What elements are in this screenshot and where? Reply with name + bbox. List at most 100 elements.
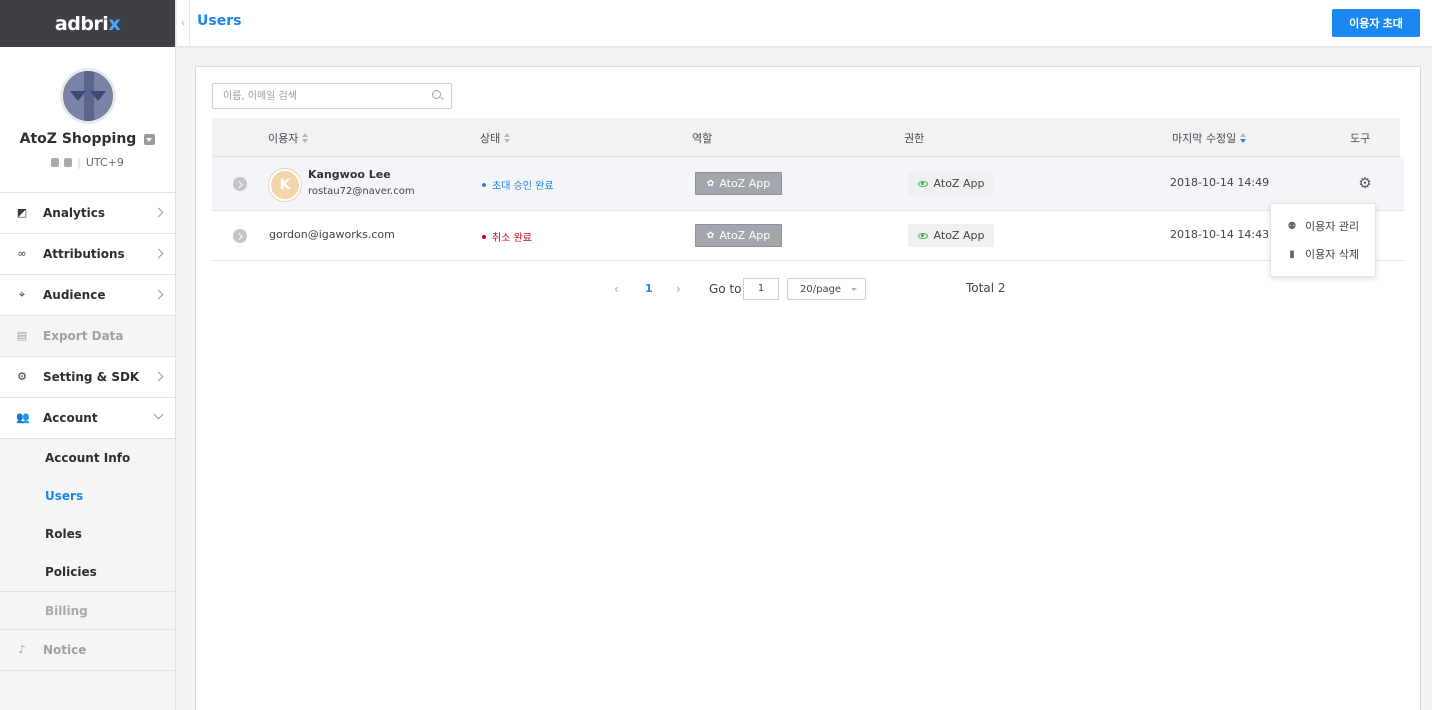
last-modified-date: 2018-10-14 14:43 <box>1170 228 1270 241</box>
chevron-right-icon <box>153 289 164 300</box>
goto-label: Go to <box>709 282 742 296</box>
next-page-button[interactable]: › <box>676 282 681 296</box>
col-role-label: 역할 <box>692 132 713 145</box>
col-last-modified[interactable]: 마지막 수정일 <box>1172 130 1247 146</box>
status-text: 취소 완료 <box>492 233 532 244</box>
sort-icon <box>504 133 511 143</box>
sort-icon <box>302 133 309 143</box>
col-user-label: 이용자 <box>268 132 299 145</box>
col-last-modified-label: 마지막 수정일 <box>1172 132 1237 145</box>
search-icon[interactable] <box>432 90 441 99</box>
page-title: Users <box>197 13 242 29</box>
nav-notice-label: Notice <box>43 643 87 657</box>
nav-analytics-label: Analytics <box>43 206 105 220</box>
status-dot <box>482 182 486 187</box>
table-row[interactable]: K Kangwoo Lee rostau72@naver.com 초대 승인 완… <box>212 157 1404 211</box>
col-permission: 권한 <box>904 130 924 146</box>
subnav-account-info[interactable]: Account Info <box>0 439 175 477</box>
col-tools-label: 도구 <box>1350 132 1371 145</box>
chevron-right-icon <box>153 207 164 218</box>
chevron-down-icon <box>153 409 164 420</box>
table-header: 이용자 상태 역할 권한 마지막 수정일 도구 <box>212 118 1400 157</box>
col-tools: 도구 <box>1350 130 1370 146</box>
expand-row-icon[interactable] <box>233 229 247 243</box>
users-icon: 👥 <box>16 411 30 424</box>
sort-desc-icon <box>1240 133 1247 143</box>
permission-label: AtoZ App <box>933 229 985 242</box>
adbrix-logo[interactable]: adbrix <box>54 12 121 35</box>
nav-account-label: Account <box>43 411 98 425</box>
nav-analytics[interactable]: ◩ Analytics <box>0 193 175 234</box>
nav-account[interactable]: 👥 Account <box>0 398 175 439</box>
status-text: 초대 승인 완료 <box>492 181 554 192</box>
avatar: K <box>269 169 301 201</box>
timezone: UTC+9 <box>85 156 124 169</box>
org-avatar <box>59 68 116 124</box>
delete-user-label: 이용자 삭제 <box>1305 248 1360 261</box>
file-icon: ▤ <box>16 329 28 342</box>
paw-icon: ✿ <box>706 178 715 189</box>
search-input[interactable] <box>212 83 452 109</box>
status-badge: 초대 승인 완료 <box>482 177 554 192</box>
nav-export-data[interactable]: ▤ Export Data <box>0 316 175 357</box>
nav-setting-sdk-label: Setting & SDK <box>43 370 140 384</box>
col-permission-label: 권한 <box>904 132 925 145</box>
col-user[interactable]: 이용자 <box>268 130 309 146</box>
subnav-roles[interactable]: Roles <box>0 515 175 553</box>
apple-icon <box>64 158 73 167</box>
logo-bar: adbrix <box>0 0 175 47</box>
eye-icon <box>917 232 928 239</box>
delete-user-menu-item[interactable]: ▮ 이용자 삭제 <box>1271 240 1375 268</box>
sidebar: adbrix AtoZ Shopping | UTC+9 ◩ Analytics… <box>0 0 176 710</box>
bell-icon: ♪ <box>18 643 26 656</box>
role-button[interactable]: ✿ AtoZ App <box>695 224 782 247</box>
user-email: gordon@igaworks.com <box>269 228 395 241</box>
crosshair-icon: ⌖ <box>18 288 26 301</box>
user-name: Kangwoo Lee <box>308 168 391 181</box>
org-name: AtoZ Shopping <box>19 131 137 147</box>
org-dropdown-icon[interactable] <box>144 133 156 145</box>
divider: | <box>77 156 81 169</box>
user-email: rostau72@naver.com <box>308 186 415 197</box>
users-card: 이용자 상태 역할 권한 마지막 수정일 도구 K Kangwoo Lee ro… <box>195 66 1421 710</box>
collapse-sidebar-icon[interactable]: ‹ <box>177 0 190 47</box>
subnav-policies[interactable]: Policies <box>0 553 175 591</box>
invite-user-button[interactable]: 이용자 초대 <box>1332 9 1420 37</box>
page-number[interactable]: 1 <box>645 282 653 295</box>
org-profile: AtoZ Shopping | UTC+9 <box>0 47 175 193</box>
nav-audience[interactable]: ⌖ Audience <box>0 275 175 316</box>
logo-text: adbri <box>54 12 109 35</box>
col-status[interactable]: 상태 <box>480 130 511 146</box>
pagination: ‹ 1 › Go to 1 20/page Total 2 <box>196 278 1420 302</box>
table-row[interactable]: gordon@igaworks.com 취소 완료 ✿ AtoZ App AtoZ… <box>212 211 1404 261</box>
permission-tag[interactable]: AtoZ App <box>908 224 994 247</box>
goto-page-input[interactable]: 1 <box>743 278 779 300</box>
nav-notice[interactable]: ♪ Notice <box>0 630 175 671</box>
paw-icon: ✿ <box>706 230 715 241</box>
permission-label: AtoZ App <box>933 177 985 190</box>
chevron-right-icon <box>153 371 164 382</box>
nav-audience-label: Audience <box>43 288 106 302</box>
nav-attributions-label: Attributions <box>43 247 125 261</box>
page-size-select[interactable]: 20/page <box>787 278 866 300</box>
col-status-label: 상태 <box>480 132 501 145</box>
role-label: AtoZ App <box>719 229 771 242</box>
nav-export-data-label: Export Data <box>43 329 124 343</box>
status-dot <box>482 234 486 239</box>
nav-setting-sdk[interactable]: ⚙ Setting & SDK <box>0 357 175 398</box>
gear-icon: ⚙ <box>17 370 27 383</box>
manage-user-menu-item[interactable]: ⚉ 이용자 관리 <box>1271 212 1375 240</box>
topbar: ‹ Users 이용자 초대 <box>177 0 1432 47</box>
expand-row-icon[interactable] <box>233 177 247 191</box>
nav-attributions[interactable]: ∞ Attributions <box>0 234 175 275</box>
manage-user-label: 이용자 관리 <box>1305 220 1360 233</box>
role-button[interactable]: ✿ AtoZ App <box>695 172 782 195</box>
gear-icon[interactable]: ⚙ <box>1357 175 1373 191</box>
prev-page-button[interactable]: ‹ <box>614 282 619 296</box>
subnav-users[interactable]: Users <box>0 477 175 515</box>
chart-icon: ◩ <box>16 206 28 219</box>
permission-tag[interactable]: AtoZ App <box>908 172 994 195</box>
status-badge: 취소 완료 <box>482 229 532 244</box>
subnav-billing[interactable]: Billing <box>0 591 175 629</box>
page-size-value: 20/page <box>800 284 842 295</box>
